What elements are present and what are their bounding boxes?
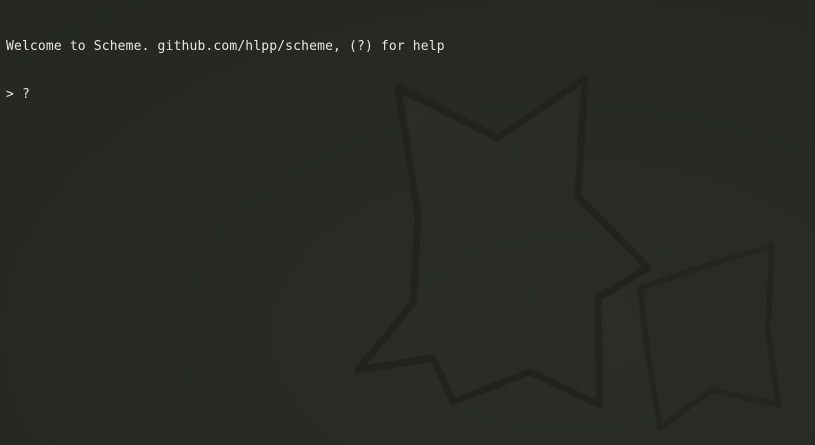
prompt-symbol: > <box>6 87 14 102</box>
terminal-window[interactable]: Welcome to Scheme. github.com/hlpp/schem… <box>0 0 815 445</box>
command-line[interactable]: >? <box>6 87 809 103</box>
command-input[interactable]: ? <box>22 87 30 102</box>
welcome-message: Welcome to Scheme. github.com/hlpp/schem… <box>6 39 445 54</box>
console-output[interactable]: Welcome to Scheme. github.com/hlpp/schem… <box>6 7 809 437</box>
